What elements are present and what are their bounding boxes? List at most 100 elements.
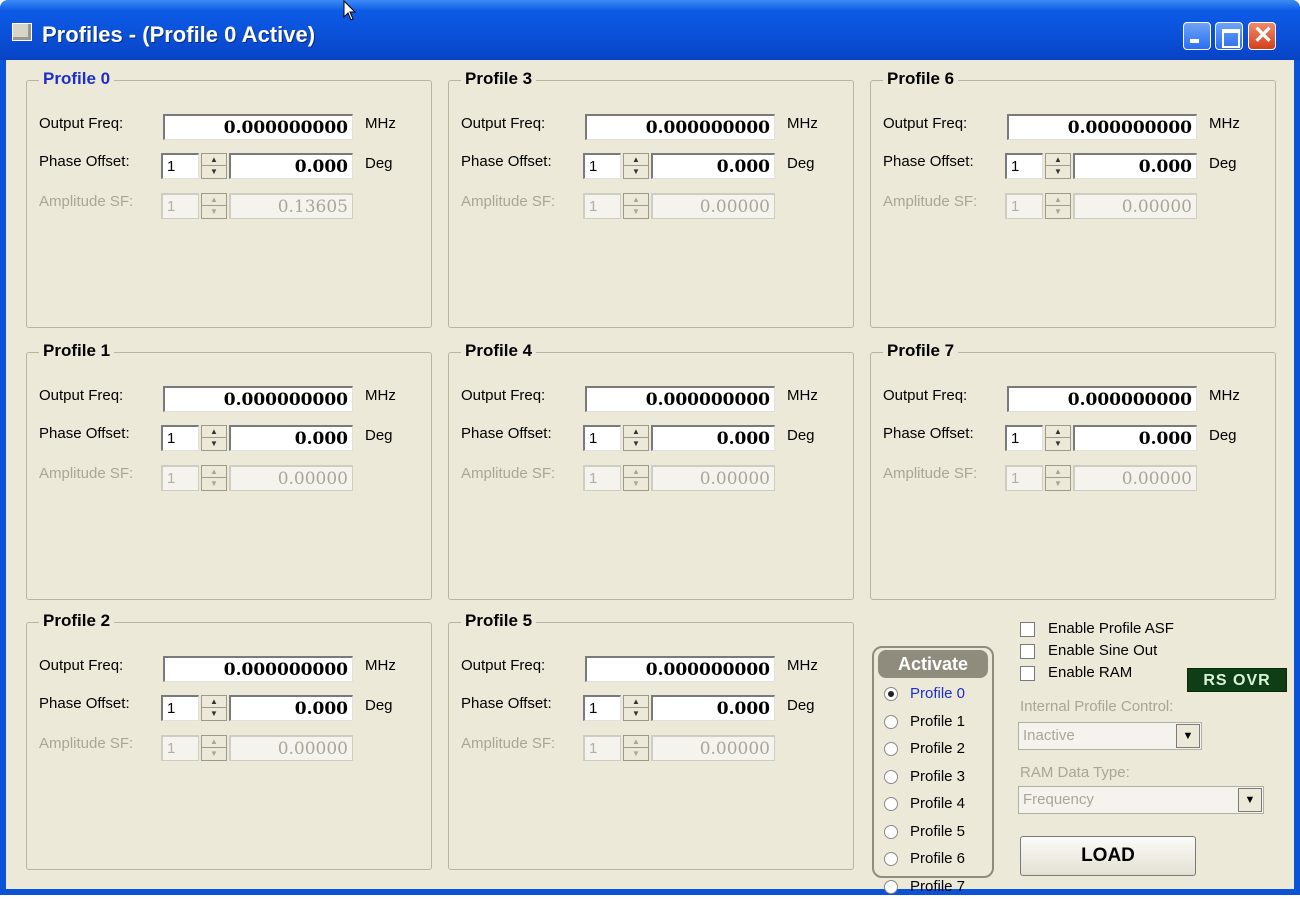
amplitude-sf-input[interactable]: 0.00000 xyxy=(1073,193,1197,219)
activate-radio-2[interactable]: Profile 2 xyxy=(884,739,994,761)
close-button[interactable]: ✕ xyxy=(1248,22,1276,50)
output-freq-input[interactable]: 0.000000000 xyxy=(585,114,775,140)
amp-index-input[interactable]: 1 xyxy=(583,193,621,219)
spin-down-icon[interactable]: ▼ xyxy=(624,166,648,178)
amplitude-sf-input[interactable]: 0.00000 xyxy=(651,735,775,761)
radio-button[interactable] xyxy=(884,769,898,784)
spin-down-icon[interactable]: ▼ xyxy=(624,708,648,720)
phase-index-spinner[interactable]: ▲ ▼ xyxy=(201,425,227,451)
spin-down-icon[interactable]: ▼ xyxy=(624,438,648,450)
amp-index-input[interactable]: 1 xyxy=(583,735,621,761)
phase-offset-input[interactable]: 0.000 xyxy=(229,153,353,179)
amplitude-sf-input[interactable]: 0.00000 xyxy=(651,465,775,491)
amp-index-spinner[interactable]: ▲ ▼ xyxy=(623,465,649,491)
activate-radio-3[interactable]: Profile 3 xyxy=(884,767,994,789)
spin-down-icon[interactable]: ▼ xyxy=(202,748,226,760)
amp-index-spinner[interactable]: ▲ ▼ xyxy=(1045,193,1071,219)
chevron-down-icon[interactable]: ▼ xyxy=(1238,788,1262,812)
minimize-button[interactable] xyxy=(1183,22,1211,50)
internal-profile-control-select[interactable]: Inactive ▼ xyxy=(1018,722,1202,750)
spin-up-icon[interactable]: ▲ xyxy=(624,736,648,748)
spin-up-icon[interactable]: ▲ xyxy=(202,736,226,748)
output-freq-input[interactable]: 0.000000000 xyxy=(163,114,353,140)
spin-down-icon[interactable]: ▼ xyxy=(1046,206,1070,218)
enable-sine-out-box[interactable] xyxy=(1020,644,1035,659)
spin-up-icon[interactable]: ▲ xyxy=(1046,466,1070,478)
phase-index-spinner[interactable]: ▲ ▼ xyxy=(623,425,649,451)
phase-index-input[interactable]: 1 xyxy=(583,695,621,721)
load-button[interactable]: LOAD xyxy=(1020,836,1196,876)
phase-index-spinner[interactable]: ▲ ▼ xyxy=(623,153,649,179)
amplitude-sf-input[interactable]: 0.00000 xyxy=(229,465,353,491)
phase-offset-input[interactable]: 0.000 xyxy=(651,425,775,451)
amp-index-spinner[interactable]: ▲ ▼ xyxy=(623,193,649,219)
amp-index-input[interactable]: 1 xyxy=(1005,193,1043,219)
amp-index-input[interactable]: 1 xyxy=(161,193,199,219)
phase-index-input[interactable]: 1 xyxy=(1005,153,1043,179)
amp-index-input[interactable]: 1 xyxy=(583,465,621,491)
phase-offset-input[interactable]: 0.000 xyxy=(229,425,353,451)
spin-down-icon[interactable]: ▼ xyxy=(1046,438,1070,450)
phase-index-spinner[interactable]: ▲ ▼ xyxy=(201,153,227,179)
phase-offset-input[interactable]: 0.000 xyxy=(1073,153,1197,179)
spin-down-icon[interactable]: ▼ xyxy=(202,708,226,720)
activate-radio-1[interactable]: Profile 1 xyxy=(884,712,994,734)
amplitude-sf-input[interactable]: 0.00000 xyxy=(229,735,353,761)
spin-down-icon[interactable]: ▼ xyxy=(624,478,648,490)
maximize-button[interactable] xyxy=(1215,22,1243,50)
radio-button[interactable] xyxy=(884,852,898,866)
output-freq-input[interactable]: 0.000000000 xyxy=(1007,114,1197,140)
amplitude-sf-input[interactable]: 0.00000 xyxy=(651,193,775,219)
spin-up-icon[interactable]: ▲ xyxy=(202,466,226,478)
amp-index-input[interactable]: 1 xyxy=(161,735,199,761)
enable-profile-asf-box[interactable] xyxy=(1020,622,1035,637)
radio-button[interactable] xyxy=(884,687,898,701)
spin-down-icon[interactable]: ▼ xyxy=(202,478,226,490)
output-freq-input[interactable]: 0.000000000 xyxy=(585,656,775,682)
spin-up-icon[interactable]: ▲ xyxy=(1046,194,1070,206)
amp-index-spinner[interactable]: ▲ ▼ xyxy=(201,735,227,761)
phase-index-input[interactable]: 1 xyxy=(161,153,199,179)
phase-offset-input[interactable]: 0.000 xyxy=(1073,425,1197,451)
phase-offset-input[interactable]: 0.000 xyxy=(651,153,775,179)
spin-up-icon[interactable]: ▲ xyxy=(1046,154,1070,166)
output-freq-input[interactable]: 0.000000000 xyxy=(163,386,353,412)
activate-radio-0[interactable]: Profile 0 xyxy=(884,684,994,706)
phase-offset-input[interactable]: 0.000 xyxy=(229,695,353,721)
chevron-down-icon[interactable]: ▼ xyxy=(1176,724,1200,748)
amp-index-spinner[interactable]: ▲ ▼ xyxy=(1045,465,1071,491)
spin-up-icon[interactable]: ▲ xyxy=(624,154,648,166)
spin-down-icon[interactable]: ▼ xyxy=(624,206,648,218)
spin-down-icon[interactable]: ▼ xyxy=(1046,478,1070,490)
enable-ram-box[interactable] xyxy=(1020,666,1035,681)
activate-radio-5[interactable]: Profile 5 xyxy=(884,822,994,844)
spin-up-icon[interactable]: ▲ xyxy=(624,696,648,708)
spin-up-icon[interactable]: ▲ xyxy=(624,194,648,206)
amp-index-input[interactable]: 1 xyxy=(161,465,199,491)
spin-down-icon[interactable]: ▼ xyxy=(202,206,226,218)
activate-radio-6[interactable]: Profile 6 xyxy=(884,849,994,871)
phase-index-input[interactable]: 1 xyxy=(583,425,621,451)
output-freq-input[interactable]: 0.000000000 xyxy=(163,656,353,682)
output-freq-input[interactable]: 0.000000000 xyxy=(585,386,775,412)
spin-up-icon[interactable]: ▲ xyxy=(202,426,226,438)
phase-index-input[interactable]: 1 xyxy=(161,695,199,721)
phase-index-spinner[interactable]: ▲ ▼ xyxy=(1045,425,1071,451)
phase-index-input[interactable]: 1 xyxy=(583,153,621,179)
output-freq-input[interactable]: 0.000000000 xyxy=(1007,386,1197,412)
phase-index-input[interactable]: 1 xyxy=(1005,425,1043,451)
amp-index-spinner[interactable]: ▲ ▼ xyxy=(201,193,227,219)
title-bar[interactable]: Profiles - (Profile 0 Active) ✕ xyxy=(0,0,1300,60)
spin-up-icon[interactable]: ▲ xyxy=(1046,426,1070,438)
activate-radio-4[interactable]: Profile 4 xyxy=(884,794,994,816)
phase-offset-input[interactable]: 0.000 xyxy=(651,695,775,721)
radio-button[interactable] xyxy=(884,797,898,811)
spin-up-icon[interactable]: ▲ xyxy=(202,696,226,708)
amplitude-sf-input[interactable]: 0.00000 xyxy=(1073,465,1197,491)
radio-button[interactable] xyxy=(884,742,898,756)
spin-up-icon[interactable]: ▲ xyxy=(624,426,648,438)
amplitude-sf-input[interactable]: 0.13605 xyxy=(229,193,353,219)
spin-up-icon[interactable]: ▲ xyxy=(202,154,226,166)
amp-index-spinner[interactable]: ▲ ▼ xyxy=(623,735,649,761)
phase-index-spinner[interactable]: ▲ ▼ xyxy=(201,695,227,721)
